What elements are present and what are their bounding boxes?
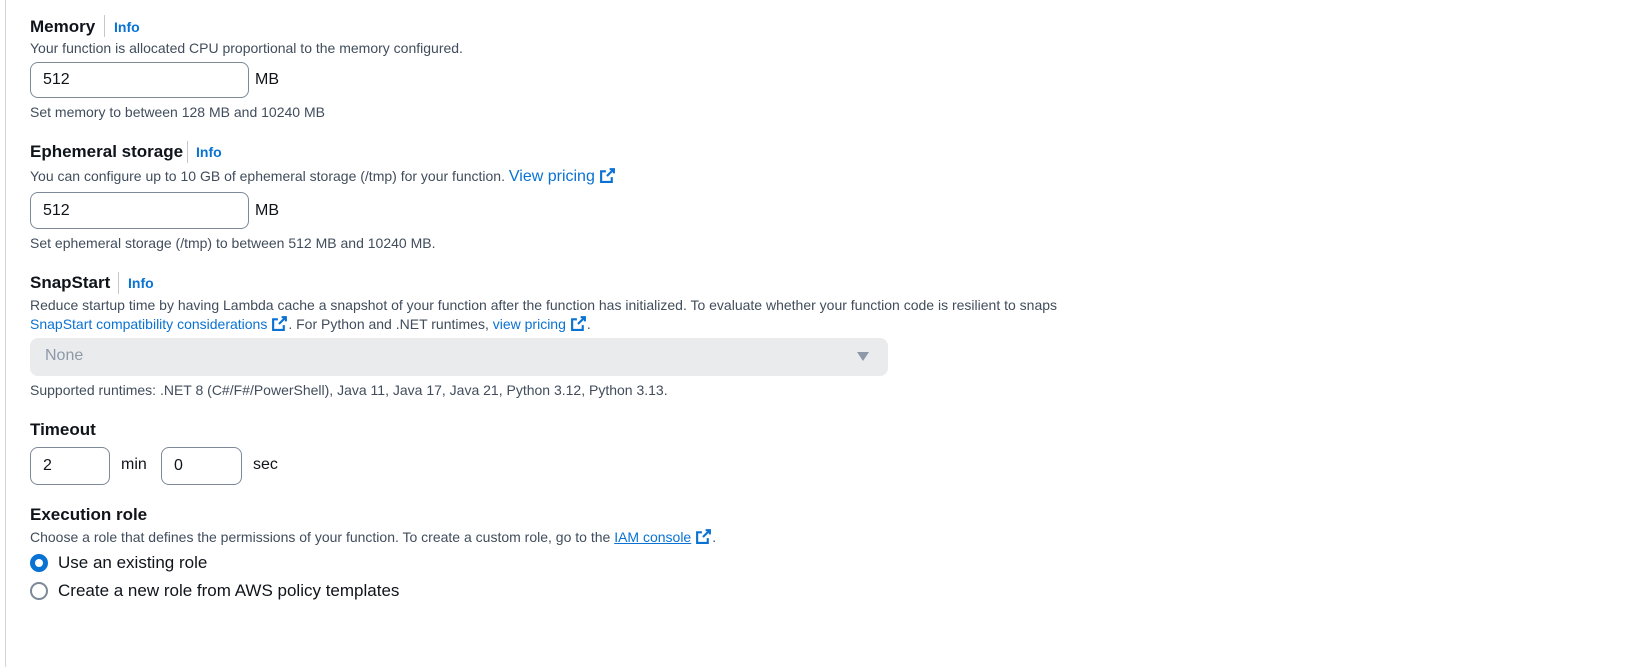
snapstart-compat-label: SnapStart compatibility considerations	[30, 316, 268, 332]
ephemeral-unit: MB	[255, 202, 279, 219]
memory-info-link[interactable]: Info	[114, 19, 140, 35]
snapstart-description: Reduce startup time by having Lambda cac…	[30, 297, 1058, 313]
external-link-icon	[696, 529, 712, 544]
memory-input[interactable]	[30, 62, 249, 98]
snapstart-info-divider	[118, 272, 119, 294]
snapstart-view-pricing-link[interactable]: view pricing	[493, 316, 587, 332]
external-link-icon	[570, 316, 586, 331]
memory-info-divider	[104, 15, 105, 37]
iam-console-link[interactable]: IAM console	[614, 529, 691, 545]
memory-unit: MB	[255, 71, 279, 88]
iam-console-label: IAM console	[614, 529, 692, 545]
execution-role-description: Choose a role that defines the permissio…	[30, 528, 716, 546]
ephemeral-storage-input[interactable]	[30, 192, 249, 229]
timeout-min-unit: min	[121, 456, 147, 473]
memory-hint: Set memory to between 128 MB and 10240 M…	[30, 104, 325, 120]
external-link-icon	[272, 316, 288, 331]
external-link-icon	[599, 168, 615, 183]
snapstart-select-value: None	[45, 347, 84, 364]
ephemeral-view-pricing-link[interactable]: View pricing	[509, 168, 616, 185]
ephemeral-view-pricing-label: View pricing	[508, 168, 595, 185]
memory-description: Your function is allocated CPU proportio…	[30, 40, 463, 56]
ephemeral-info-divider	[187, 141, 188, 163]
timeout-seconds-input[interactable]	[161, 447, 242, 485]
radio-use-existing-role-label: Use an existing role	[58, 553, 208, 572]
radio-unchecked-icon[interactable]	[30, 582, 48, 600]
snapstart-info-link[interactable]: Info	[128, 275, 154, 291]
left-border	[5, 0, 6, 667]
timeout-minutes-input[interactable]	[30, 447, 110, 485]
snapstart-links-line: SnapStart compatibility considerations . …	[30, 315, 591, 333]
ephemeral-storage-title: Ephemeral storage	[30, 142, 184, 161]
snapstart-runtime-text: . For Python and .NET runtimes,	[288, 316, 489, 332]
radio-create-new-role-label: Create a new role from AWS policy templa…	[58, 581, 400, 600]
ephemeral-description: You can configure up to 10 GB of ephemer…	[30, 167, 616, 186]
ephemeral-info-link[interactable]: Info	[196, 144, 222, 160]
execution-role-description-text: Choose a role that defines the permissio…	[30, 529, 611, 545]
timeout-title: Timeout	[30, 420, 96, 439]
snapstart-period: .	[586, 316, 591, 332]
snapstart-select[interactable]: None	[30, 338, 888, 376]
execution-role-period: .	[712, 529, 717, 545]
snapstart-pricing-label: view pricing	[492, 316, 566, 332]
ephemeral-hint: Set ephemeral storage (/tmp) to between …	[30, 235, 436, 251]
execution-role-title: Execution role	[30, 505, 148, 524]
ephemeral-description-text: You can configure up to 10 GB of ephemer…	[30, 168, 505, 184]
caret-down-icon	[857, 352, 869, 361]
timeout-sec-unit: sec	[253, 456, 278, 473]
memory-title: Memory	[30, 17, 96, 36]
snapstart-compat-link[interactable]: SnapStart compatibility considerations	[30, 316, 288, 332]
radio-checked-icon[interactable]	[30, 554, 48, 572]
snapstart-hint: Supported runtimes: .NET 8 (C#/F#/PowerS…	[30, 382, 668, 398]
snapstart-title: SnapStart	[30, 273, 111, 292]
